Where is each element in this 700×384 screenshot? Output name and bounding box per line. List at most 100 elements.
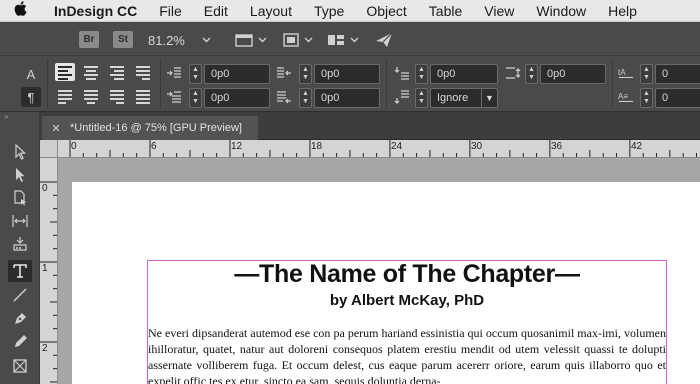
gap-tool-icon[interactable] [8, 210, 32, 232]
character-mode-button[interactable]: A [21, 64, 41, 84]
menu-help[interactable]: Help [608, 3, 637, 19]
ruler-label: 1 [42, 263, 48, 274]
divider [160, 60, 161, 108]
menu-object[interactable]: Object [366, 3, 406, 19]
pen-tool-icon[interactable] [8, 308, 32, 330]
horizontal-ruler[interactable]: 0 6 12 18 24 30 36 42 [58, 140, 700, 158]
ruler-label: 36 [551, 141, 563, 152]
space-between-field[interactable]: 0p0 [540, 64, 606, 84]
align-right-button[interactable] [107, 63, 127, 81]
first-line-indent-icon [166, 89, 182, 105]
page-tool-icon[interactable] [8, 187, 32, 209]
menu-view[interactable]: View [484, 3, 514, 19]
grid-align-select[interactable]: Ignore ▼ [430, 88, 498, 108]
application-bar: Br St 81.2% [0, 22, 700, 56]
author-byline[interactable]: by Albert McKay, PhD [148, 292, 666, 309]
chapter-title[interactable]: —The Name of The Chapter— [148, 261, 666, 289]
rectangle-frame-tool-icon[interactable] [8, 355, 32, 377]
apple-icon[interactable] [14, 1, 40, 20]
ruler-label: 42 [631, 141, 643, 152]
drop-cap-lines-field[interactable]: 0 [655, 64, 700, 84]
drop-cap-chars-stepper[interactable]: ▲ ▼ [640, 88, 653, 108]
bridge-button[interactable]: Br [79, 31, 99, 48]
control-panel: A ¶ ▲ ▼ 0p0 ▲ ▼ 0p0 ▲ ▼ 0p0 ▲ ▼ 0p0 ▲ ▼ 0p0 ▲… [0, 56, 700, 112]
left-indent-stepper[interactable]: ▲ ▼ [189, 64, 202, 84]
menu-bar: InDesign CC File Edit Layout Type Object… [0, 0, 700, 22]
ruler-label: 2 [42, 343, 48, 354]
grid-align-value: Ignore [437, 92, 469, 104]
publish-online-icon[interactable] [374, 31, 394, 49]
arrange-documents-icon[interactable] [326, 31, 359, 49]
app-name-menu[interactable]: InDesign CC [54, 3, 137, 19]
last-line-indent-icon [276, 89, 292, 105]
divider [612, 60, 613, 108]
ruler-origin[interactable] [40, 140, 58, 158]
menu-table[interactable]: Table [429, 3, 462, 19]
menu-window[interactable]: Window [536, 3, 586, 19]
ruler-label: 0 [42, 183, 48, 194]
align-center-button[interactable] [81, 63, 101, 81]
document-tab[interactable]: ✕ *Untitled-16 @ 75% [GPU Preview] [42, 116, 258, 140]
last-line-indent-field[interactable]: 0p0 [314, 88, 380, 108]
divider [386, 60, 387, 108]
text-frame[interactable]: —The Name of The Chapter— by Albert McKa… [147, 260, 667, 384]
document-tab-bar: ✕ *Untitled-16 @ 75% [GPU Preview] [40, 112, 700, 140]
zoom-dropdown-icon[interactable] [202, 31, 211, 49]
zoom-level[interactable]: 81.2% [148, 33, 185, 48]
justify-right-button[interactable] [107, 87, 127, 105]
line-tool-icon[interactable] [8, 284, 32, 306]
content-collector-tool-icon[interactable] [8, 233, 32, 255]
pencil-tool-icon[interactable] [8, 331, 32, 353]
direct-selection-tool-icon[interactable] [8, 164, 32, 186]
ruler-label: 30 [471, 141, 483, 152]
ruler-label: 18 [311, 141, 323, 152]
tools-panel: » [0, 112, 40, 384]
align-left-button[interactable] [55, 63, 75, 81]
stock-button[interactable]: St [113, 31, 133, 48]
selection-tool-icon[interactable] [8, 141, 32, 163]
left-indent-icon [166, 65, 182, 81]
menu-file[interactable]: File [159, 3, 182, 19]
space-after-stepper[interactable]: ▲ ▼ [415, 88, 428, 108]
justify-all-button[interactable] [133, 87, 153, 105]
ruler-label: 6 [151, 141, 157, 152]
menu-type[interactable]: Type [314, 3, 344, 19]
chevron-down-icon: ▼ [481, 89, 497, 107]
first-line-indent-stepper[interactable]: ▲ ▼ [189, 88, 202, 108]
divider [47, 60, 48, 108]
type-tool-icon[interactable] [8, 260, 32, 282]
drop-cap-chars-field[interactable]: 0 [655, 88, 700, 108]
ruler-label: 24 [391, 141, 403, 152]
paragraph-mode-button[interactable]: ¶ [21, 87, 41, 107]
first-line-indent-field[interactable]: 0p0 [204, 88, 270, 108]
vertical-ruler[interactable]: 0 1 2 [40, 158, 58, 384]
screen-mode-icon[interactable] [282, 31, 313, 49]
body-paragraph[interactable]: Ne everi dipsanderat autemod ese con pa … [148, 325, 666, 384]
menu-edit[interactable]: Edit [204, 3, 228, 19]
right-indent-icon [276, 65, 292, 81]
ruler-label: 12 [231, 141, 243, 152]
right-indent-field[interactable]: 0p0 [314, 64, 380, 84]
close-tab-icon[interactable]: ✕ [42, 122, 70, 135]
menu-layout[interactable]: Layout [250, 3, 292, 19]
svg-text:tA: tA [618, 68, 626, 77]
drop-cap-lines-icon: tA [618, 65, 634, 81]
panel-collapse-icon[interactable]: » [0, 112, 39, 123]
left-indent-field[interactable]: 0p0 [204, 64, 270, 84]
document-tab-title: *Untitled-16 @ 75% [GPU Preview] [70, 122, 242, 134]
drop-cap-chars-icon: A≡ [618, 89, 634, 105]
drop-cap-lines-stepper[interactable]: ▲ ▼ [640, 64, 653, 84]
align-towards-spine-button[interactable] [133, 63, 153, 81]
svg-text:A≡: A≡ [618, 92, 628, 101]
ruler-label: 0 [71, 141, 77, 152]
space-before-stepper[interactable]: ▲ ▼ [415, 64, 428, 84]
justify-center-button[interactable] [81, 87, 101, 105]
view-options-icon[interactable] [234, 31, 267, 49]
space-before-field[interactable]: 0p0 [430, 64, 498, 84]
space-between-icon [505, 65, 521, 81]
justify-left-button[interactable] [55, 87, 75, 105]
space-before-icon [394, 65, 410, 81]
last-line-indent-stepper[interactable]: ▲ ▼ [299, 88, 312, 108]
space-between-stepper[interactable]: ▲ ▼ [525, 64, 538, 84]
right-indent-stepper[interactable]: ▲ ▼ [299, 64, 312, 84]
